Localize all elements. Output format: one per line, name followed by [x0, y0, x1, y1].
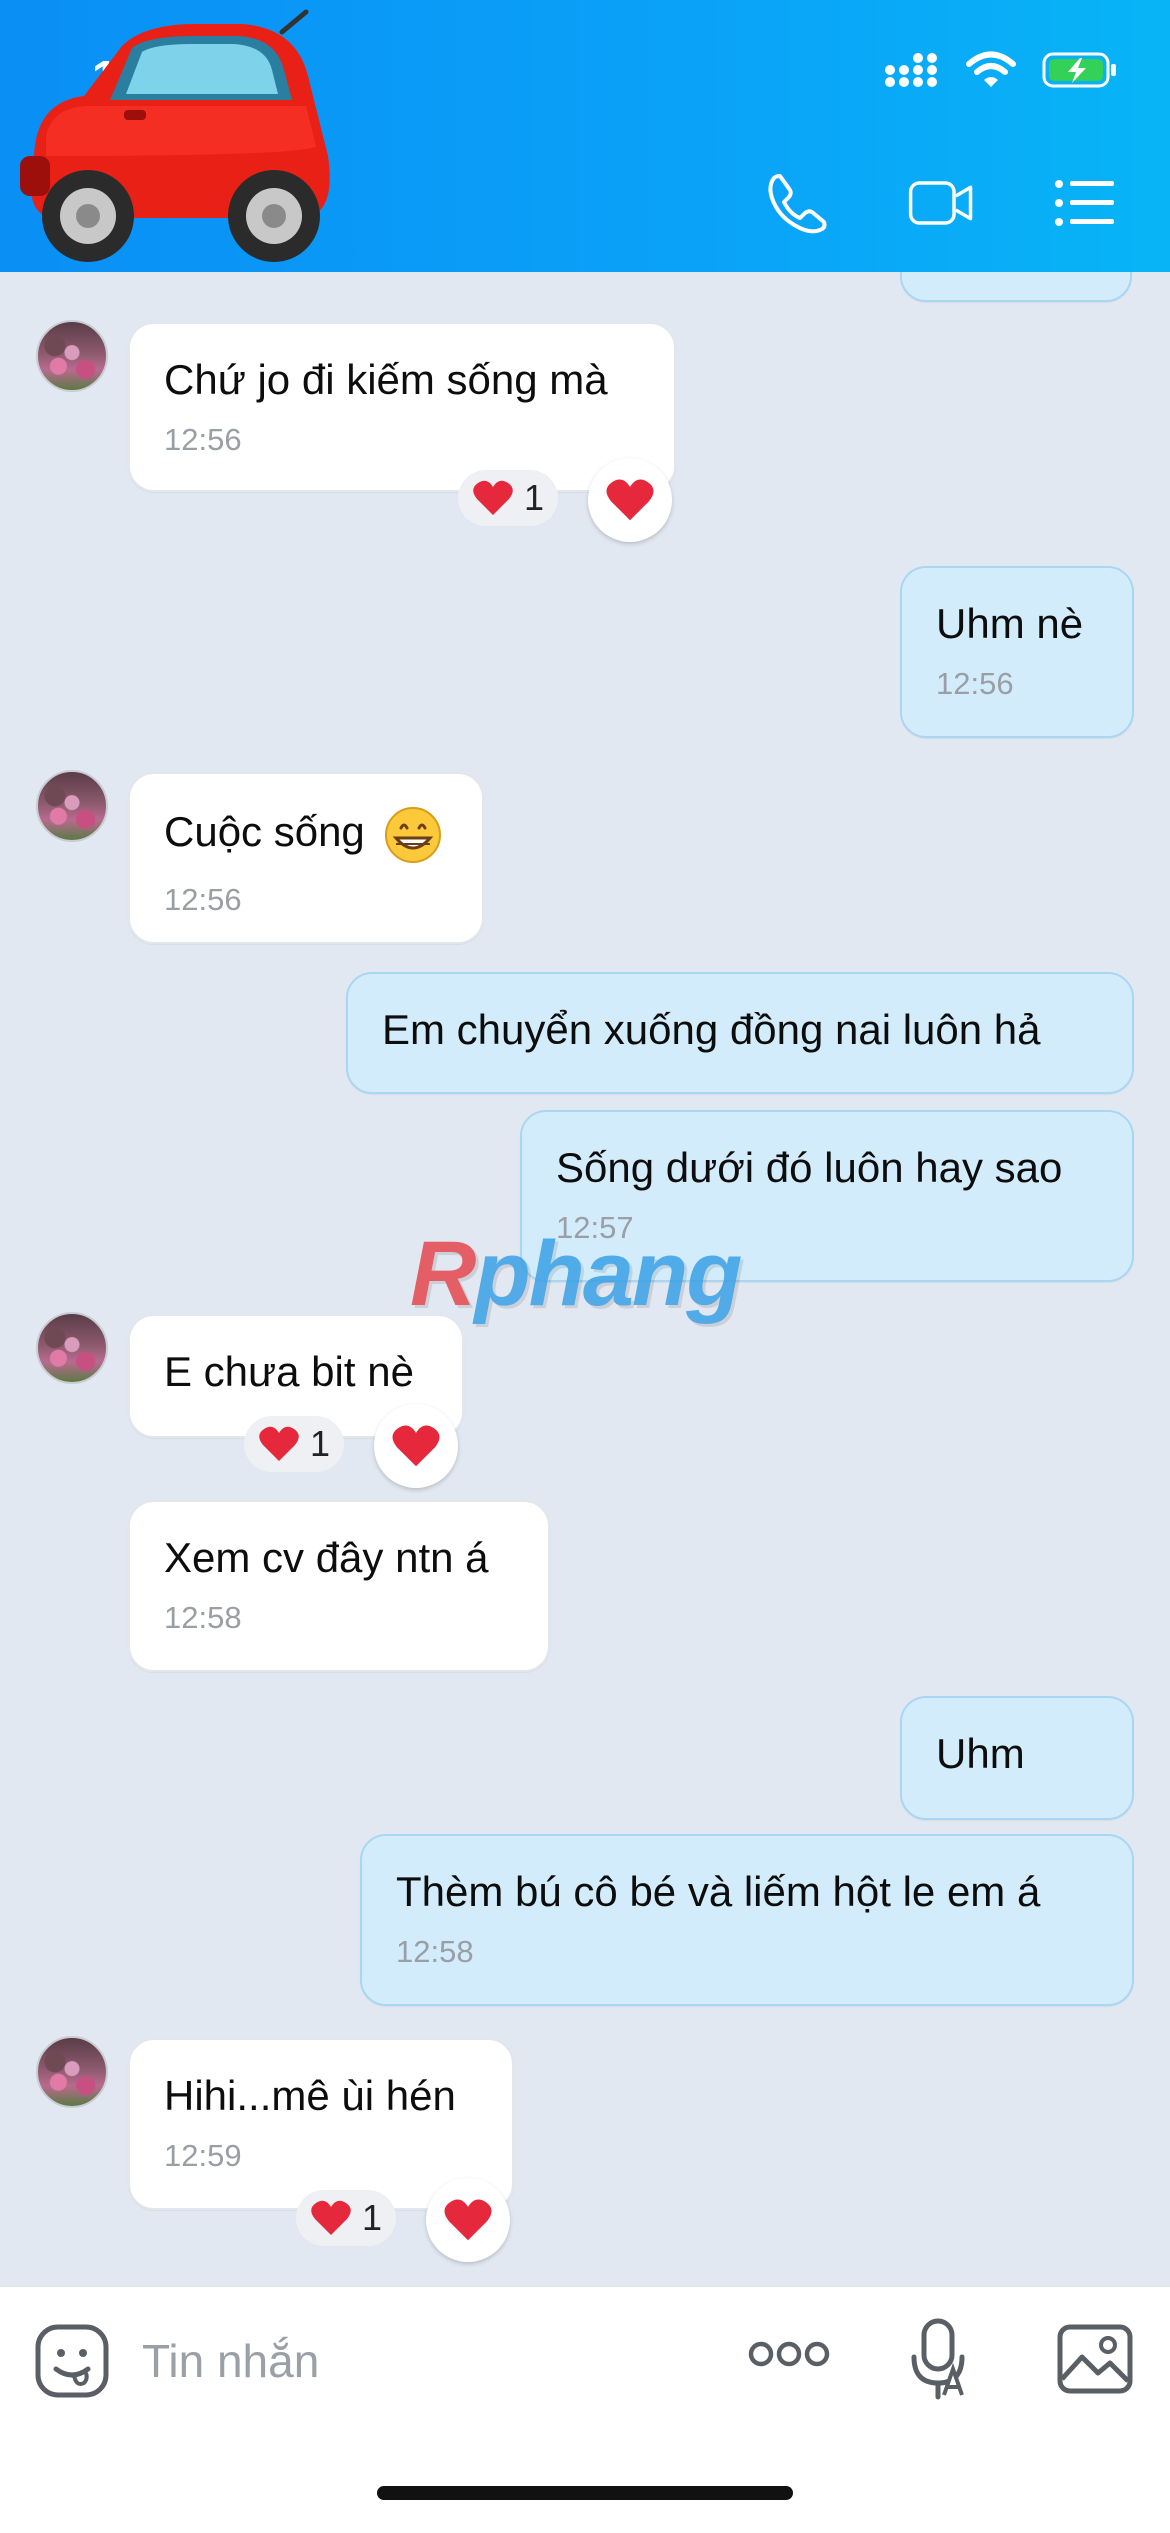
voice-call-button[interactable]: [764, 170, 830, 236]
status-indicators: [884, 50, 1118, 90]
reaction-count-value: 1: [524, 477, 545, 518]
battery-charging-icon: [1042, 52, 1116, 88]
heart-reaction-button[interactable]: [588, 458, 672, 542]
heart-icon: [259, 1426, 299, 1461]
chat-header: 1: [0, 0, 1170, 272]
voice-message-button[interactable]: [906, 2317, 970, 2408]
message-bubble-incoming[interactable]: Chứ jo đi kiếm sống mà 12:56: [128, 322, 676, 492]
message-text: Cuộc sống: [164, 808, 365, 856]
message-list[interactable]: Chứ jo đi kiếm sống mà 12:56 1 Uhm nè 12…: [0, 272, 1170, 2286]
more-icon: [748, 2341, 830, 2367]
car-emoji-icon[interactable]: [6, 6, 346, 268]
message-bubble-outgoing[interactable]: Uhm: [900, 1696, 1134, 1820]
reaction-count-value: 1: [310, 1423, 331, 1464]
message-time: 12:56: [164, 882, 242, 917]
reaction-count[interactable]: 1: [244, 1416, 345, 1472]
message-text: Uhm nè: [936, 600, 1084, 647]
contact-avatar[interactable]: [36, 1312, 108, 1384]
heart-reaction-button[interactable]: [426, 2178, 510, 2262]
message-text: Chứ jo đi kiếm sống mà: [164, 356, 608, 403]
video-call-icon: [908, 181, 973, 225]
contact-avatar[interactable]: [36, 2036, 108, 2108]
message-text: E chưa bit nè: [164, 1348, 414, 1395]
message-text: Em chuyển xuống đồng nai luôn hả: [382, 1006, 1041, 1053]
signal-icon: [885, 53, 937, 87]
contact-avatar[interactable]: [36, 320, 108, 392]
message-time: 12:56: [164, 422, 242, 457]
message-text: Hihi...mê ùi hén: [164, 2072, 456, 2119]
message-bubble-outgoing[interactable]: Uhm nè 12:56: [900, 566, 1134, 738]
message-text: Xem cv đây ntn á: [164, 1534, 489, 1581]
message-bubble-outgoing[interactable]: Em chuyển xuống đồng nai luôn hả: [346, 972, 1134, 1094]
heart-icon: [392, 1425, 440, 1467]
message-bubble-outgoing[interactable]: Thèm bú cô bé và liếm hột le em á 12:58: [360, 1834, 1134, 2006]
chat-options-button[interactable]: [1052, 170, 1118, 236]
grinning-face-icon: [385, 807, 442, 863]
heart-icon: [606, 479, 654, 521]
heart-icon: [473, 480, 513, 515]
message-time: 12:56: [936, 666, 1014, 701]
reaction-count[interactable]: 1: [458, 470, 559, 526]
heart-reaction-button[interactable]: [374, 1404, 458, 1488]
sticker-button[interactable]: [34, 2323, 110, 2404]
wifi-icon: [966, 51, 1016, 87]
image-icon: [1057, 2324, 1133, 2394]
microphone-icon: [911, 2318, 965, 2400]
sticker-icon: [35, 2324, 109, 2398]
phone-icon: [768, 174, 827, 234]
message-bubble-incoming[interactable]: Xem cv đây ntn á 12:58: [128, 1500, 550, 1672]
contact-avatar[interactable]: [36, 770, 108, 842]
message-time: 12:58: [164, 1600, 242, 1635]
message-time: 12:59: [164, 2138, 242, 2173]
video-call-button[interactable]: [908, 170, 974, 236]
send-image-button[interactable]: [1056, 2323, 1134, 2400]
header-actions: [764, 170, 1118, 236]
reaction-count-value: 1: [362, 2197, 383, 2238]
message-bubble-incoming[interactable]: Cuộc sống 12:56: [128, 772, 484, 944]
menu-list-icon: [1055, 180, 1114, 226]
heart-icon: [311, 2200, 351, 2235]
message-time: 12:58: [396, 1934, 474, 1969]
more-button[interactable]: [748, 2339, 830, 2374]
watermark-logo: Rphang: [410, 1223, 742, 1325]
message-bubble-partial[interactable]: [900, 272, 1132, 302]
message-input[interactable]: [140, 2333, 664, 2389]
message-text: Uhm: [936, 1730, 1025, 1777]
heart-icon: [444, 2199, 492, 2241]
reaction-count[interactable]: 1: [296, 2190, 397, 2246]
home-indicator[interactable]: [377, 2486, 793, 2500]
message-text: Thèm bú cô bé và liếm hột le em á: [396, 1868, 1041, 1915]
message-text: Sống dưới đó luôn hay sao: [556, 1144, 1063, 1191]
